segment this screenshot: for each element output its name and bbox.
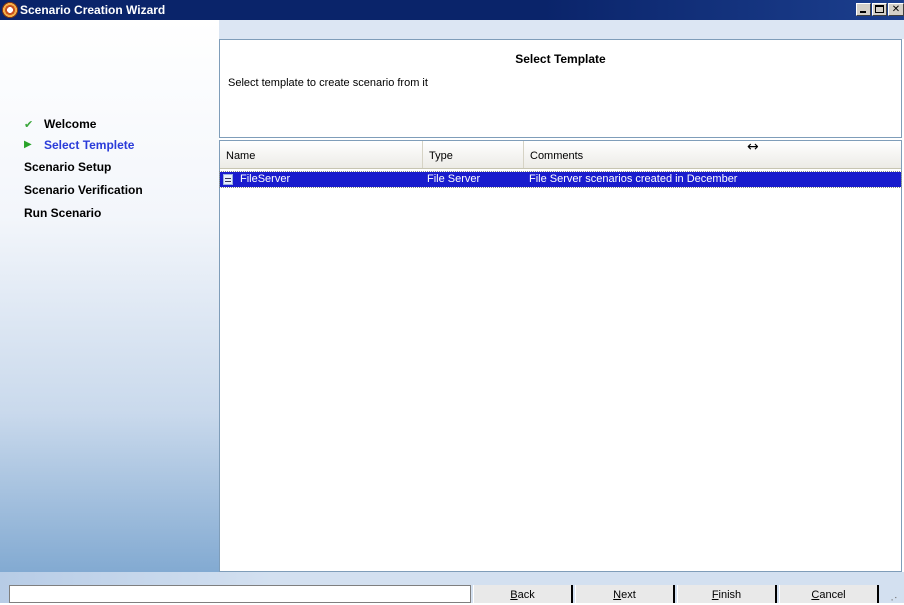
- cancel-button[interactable]: Cancel: [779, 585, 879, 603]
- step-label: Run Scenario: [24, 206, 102, 220]
- step-scenario-verification: Scenario Verification: [24, 183, 143, 197]
- minimize-icon: [860, 11, 866, 13]
- step-label: Scenario Setup: [24, 160, 112, 174]
- cell-name: FileServer: [240, 173, 291, 185]
- step-select-template: ▶ Select Templete: [24, 138, 135, 152]
- close-button[interactable]: ✕: [888, 3, 904, 16]
- step-run-scenario: Run Scenario: [24, 206, 101, 220]
- maximize-icon: [875, 5, 884, 13]
- close-icon: ✕: [891, 4, 901, 15]
- button-bar: Back Next Finish Cancel ⠠⠂: [0, 572, 904, 603]
- finish-button[interactable]: Finish: [677, 585, 777, 603]
- cell-comments: File Server scenarios created in Decembe…: [529, 173, 738, 185]
- header-strip: [219, 20, 904, 39]
- step-label: Welcome: [44, 117, 97, 131]
- window-title: Scenario Creation Wizard: [20, 3, 166, 17]
- resize-grip-icon[interactable]: ⠠⠂: [888, 594, 902, 603]
- checkmark-icon: ✔: [24, 118, 34, 131]
- page-description: Select template to create scenario from …: [228, 77, 428, 89]
- header-panel: Select Template Select template to creat…: [219, 39, 902, 138]
- minimize-button[interactable]: [856, 3, 871, 16]
- maximize-button[interactable]: [872, 3, 887, 16]
- column-header-comments[interactable]: Comments: [524, 141, 901, 168]
- step-label: Scenario Verification: [24, 183, 143, 197]
- page-title: Select Template: [515, 52, 606, 66]
- column-header-name[interactable]: Name: [220, 141, 423, 168]
- status-field: [9, 585, 471, 603]
- wizard-steps-panel: ✔ Welcome ▶ Select Templete Scenario Set…: [0, 20, 219, 582]
- template-icon: [223, 174, 233, 185]
- table-row[interactable]: FileServer File Server File Server scena…: [219, 171, 902, 188]
- next-button[interactable]: Next: [575, 585, 675, 603]
- title-bar[interactable]: Scenario Creation Wizard ✕: [0, 0, 904, 20]
- template-list[interactable]: Name Type Comments ↔ FileServer File Ser…: [219, 139, 902, 572]
- step-scenario-setup: Scenario Setup: [24, 160, 111, 174]
- column-header: Name Type Comments ↔: [220, 139, 901, 169]
- step-label: Select Templete: [44, 138, 135, 152]
- cell-type: File Server: [427, 173, 481, 185]
- app-icon: [2, 2, 18, 18]
- back-button[interactable]: Back: [473, 585, 573, 603]
- play-arrow-icon: ▶: [24, 139, 32, 150]
- column-header-type[interactable]: Type: [423, 141, 524, 168]
- step-welcome: ✔ Welcome: [24, 117, 97, 131]
- resize-cursor-icon: ↔: [747, 139, 759, 155]
